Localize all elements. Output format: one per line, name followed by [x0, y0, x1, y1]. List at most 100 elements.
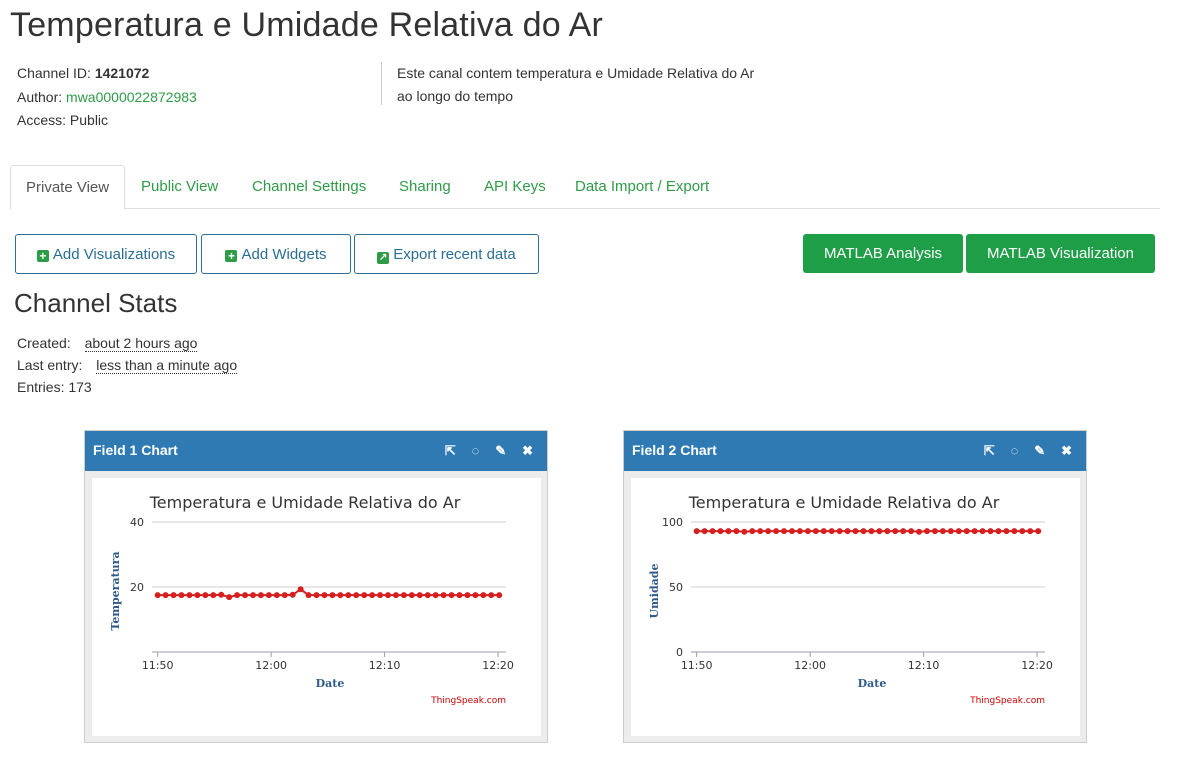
x-tick-label: 12:00: [255, 659, 287, 672]
add-widgets-button[interactable]: + Add Widgets: [201, 234, 351, 274]
close-icon[interactable]: ✖: [1061, 432, 1072, 470]
data-point: [757, 528, 764, 535]
data-point: [385, 592, 391, 599]
created-label: Created:: [17, 335, 71, 351]
credit-link[interactable]: ThingSpeak.com: [969, 696, 1045, 706]
y-tick-label: 0: [676, 646, 683, 659]
tab-channel-settings[interactable]: Channel Settings: [237, 165, 381, 207]
comment-icon[interactable]: ◌: [1011, 432, 1019, 470]
data-point: [210, 592, 217, 599]
data-point: [265, 592, 272, 599]
tab-public-view[interactable]: Public View: [126, 165, 233, 207]
chart-title: Temperatura e Umidade Relativa do Ar: [149, 493, 461, 512]
author-label: Author:: [17, 88, 63, 105]
data-point: [440, 592, 447, 599]
add-widgets-label: Add Widgets: [241, 246, 327, 263]
credit-link[interactable]: ThingSpeak.com: [430, 696, 506, 706]
data-point: [154, 592, 161, 599]
comment-icon[interactable]: ◌: [472, 432, 480, 470]
external-link-icon[interactable]: ⇱: [984, 432, 995, 470]
data-point: [931, 528, 938, 535]
channel-id-label: Channel ID:: [17, 65, 91, 81]
data-point: [289, 591, 296, 598]
data-point: [226, 594, 233, 601]
matlab-analysis-button[interactable]: MATLAB Analysis: [803, 234, 963, 273]
data-point: [701, 528, 708, 535]
data-point: [1027, 528, 1034, 535]
chart-title: Temperatura e Umidade Relativa do Ar: [688, 493, 1000, 512]
data-point: [796, 528, 803, 535]
data-point: [892, 528, 899, 535]
field-1-chart-svg: Temperatura e Umidade Relativa do Ar Tem…: [109, 493, 514, 706]
data-point: [812, 528, 819, 535]
matlab-visualization-button[interactable]: MATLAB Visualization: [966, 234, 1155, 273]
data-point: [836, 528, 843, 535]
access-row: Access: Public: [17, 109, 197, 133]
data-point: [424, 592, 431, 599]
author-link[interactable]: mwa0000022872983: [66, 89, 197, 105]
access-value: Public: [69, 112, 109, 128]
author-row: Author: mwa0000022872983: [17, 86, 197, 110]
data-point: [416, 592, 423, 599]
data-point: [788, 528, 795, 535]
channel-description: Este canal contem temperatura e Umidade …: [381, 62, 757, 105]
data-point: [400, 592, 407, 599]
entries-value: 173: [68, 379, 92, 395]
x-tick-label: 11:50: [681, 659, 713, 672]
data-point: [781, 528, 788, 535]
close-icon[interactable]: ✖: [522, 432, 533, 470]
add-visualizations-button[interactable]: + Add Visualizations: [15, 234, 197, 274]
data-point: [337, 592, 344, 599]
data-point: [408, 592, 415, 599]
data-point: [709, 528, 716, 535]
series-line: [157, 588, 500, 599]
y-tick-label: 40: [130, 516, 144, 529]
plus-square-icon: +: [225, 250, 238, 262]
data-point: [1019, 528, 1026, 535]
data-point: [749, 528, 756, 535]
data-point: [194, 592, 201, 599]
page-title: Temperatura e Umidade Relativa do Ar: [10, 6, 604, 44]
plus-square-icon: +: [36, 250, 49, 262]
data-point: [345, 592, 352, 599]
data-point: [234, 592, 241, 599]
data-point: [464, 592, 471, 599]
data-point: [1035, 528, 1042, 535]
data-point: [480, 592, 487, 599]
data-point: [170, 592, 177, 599]
access-label: Access:: [17, 112, 67, 128]
last-entry-value: less than a minute ago: [96, 357, 238, 374]
tab-data-import-export[interactable]: Data Import / Export: [560, 165, 724, 207]
data-point: [448, 592, 455, 599]
series-line: [696, 530, 1039, 533]
data-point: [249, 592, 256, 599]
data-point: [162, 592, 169, 599]
data-point: [900, 528, 907, 535]
data-point: [218, 591, 225, 598]
data-point: [995, 528, 1002, 535]
field-1-chart-card: Field 1 Chart ⇱ ◌ ✎ ✖ Temperatura e Umid…: [84, 430, 548, 743]
tab-sharing[interactable]: Sharing: [384, 165, 466, 207]
data-point: [963, 528, 970, 535]
external-link-icon[interactable]: ⇱: [445, 432, 456, 470]
tab-private-view[interactable]: Private View: [10, 165, 126, 210]
pencil-icon[interactable]: ✎: [495, 432, 506, 470]
data-point: [488, 592, 495, 599]
data-point: [852, 528, 859, 535]
field-2-chart-actions: ⇱ ◌ ✎ ✖: [972, 431, 1072, 470]
pencil-icon[interactable]: ✎: [1034, 432, 1045, 470]
data-point: [313, 592, 320, 599]
data-point: [1003, 528, 1010, 535]
data-point: [955, 528, 962, 535]
data-point: [979, 528, 986, 535]
y-tick-label: 20: [130, 581, 144, 594]
created-value: about 2 hours ago: [84, 335, 198, 352]
channel-stats-heading: Channel Stats: [14, 288, 178, 318]
field-1-plot-area: Temperatura e Umidade Relativa do Ar Tem…: [92, 478, 541, 736]
data-point: [693, 528, 700, 535]
data-point: [916, 528, 923, 535]
tab-api-keys[interactable]: API Keys: [469, 165, 561, 207]
data-point: [884, 528, 891, 535]
data-point: [281, 592, 288, 599]
export-recent-data-button[interactable]: ↗ Export recent data: [354, 234, 539, 274]
